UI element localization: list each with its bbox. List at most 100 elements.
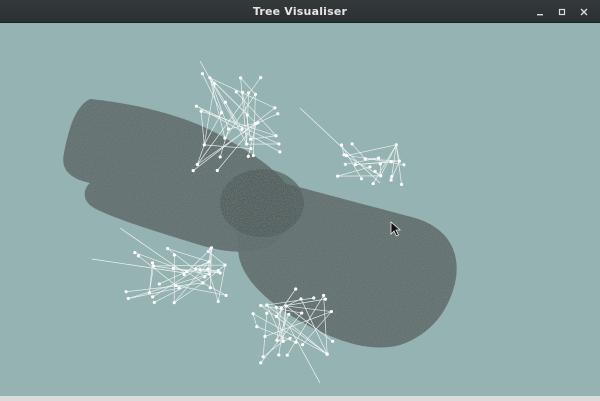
tree-node: [245, 113, 249, 117]
tree-node: [177, 286, 181, 290]
tree-node: [278, 150, 282, 154]
tree-node: [201, 281, 205, 285]
tree-node: [256, 121, 260, 125]
tree-node: [240, 127, 244, 131]
tree-node: [194, 267, 198, 271]
tree-edge: [337, 166, 371, 177]
tree-node: [265, 311, 269, 315]
tree-node: [259, 75, 263, 80]
tree-edge: [202, 264, 226, 284]
tree-node: [359, 177, 364, 181]
tree-node: [206, 267, 210, 271]
tree-edge: [175, 285, 227, 296]
tree-node: [255, 325, 259, 329]
tree-node: [174, 283, 178, 288]
minimize-button[interactable]: [532, 4, 548, 20]
tree-node: [274, 305, 278, 309]
tree-node: [191, 168, 195, 173]
tree-node: [166, 246, 170, 251]
tree-node: [287, 312, 291, 316]
tree-node: [223, 263, 227, 267]
tree-node: [172, 301, 176, 305]
tree-node: [208, 286, 212, 290]
tree-node: [281, 339, 285, 343]
tree-node: [251, 312, 255, 316]
tree-node: [274, 314, 279, 318]
tree-node: [371, 181, 375, 186]
maximize-icon: [558, 8, 566, 15]
tree-node: [325, 352, 329, 356]
tree-node: [279, 306, 283, 310]
tree-node: [249, 147, 253, 151]
tree-node: [331, 339, 335, 343]
tree-node: [194, 104, 198, 108]
tree-node: [312, 296, 316, 300]
tree-node: [219, 111, 224, 115]
tree-visualisation[interactable]: [0, 23, 600, 401]
tree-node: [136, 254, 141, 258]
tree-node: [207, 260, 211, 264]
tree-node: [389, 178, 393, 182]
tree-node: [284, 304, 288, 308]
close-button[interactable]: [576, 4, 592, 20]
tree-node: [343, 162, 347, 166]
tree-node: [323, 297, 328, 301]
tree-edge: [199, 60, 236, 124]
tree-node: [363, 157, 367, 161]
tree-node: [216, 299, 220, 304]
tree-node: [249, 137, 253, 141]
maximize-button[interactable]: [554, 4, 570, 20]
app-window: Tree Visualiser: [0, 0, 600, 401]
tree-node: [368, 165, 372, 169]
tree-node: [344, 154, 348, 158]
tree-edge: [209, 77, 226, 139]
close-icon: [580, 8, 588, 15]
tree-node: [147, 291, 151, 295]
tree-node: [150, 261, 155, 265]
tree-node: [402, 163, 406, 167]
window-controls: [532, 0, 592, 23]
tree-node: [329, 309, 333, 314]
tree-node: [157, 282, 161, 286]
tree-node: [251, 153, 255, 158]
tree-node: [172, 253, 176, 257]
tree-node: [223, 100, 228, 104]
tree-edge: [395, 144, 402, 185]
visualisation-canvas[interactable]: [0, 23, 600, 401]
tree-node: [299, 297, 303, 301]
tree-node: [339, 143, 344, 147]
tree-edge: [250, 135, 277, 140]
tree-node: [376, 156, 381, 160]
tree-node: [300, 343, 305, 347]
tree-edge: [202, 282, 227, 296]
tree-node: [294, 340, 298, 344]
tree-edge: [256, 113, 278, 124]
tree-edge: [126, 282, 203, 293]
window-title: Tree Visualiser: [252, 4, 348, 18]
tree-node: [224, 293, 228, 297]
tree-node: [350, 142, 354, 146]
tree-node: [240, 90, 245, 94]
tree-edge: [355, 161, 392, 166]
tree-node: [263, 334, 267, 339]
tree-node: [394, 143, 398, 147]
tree-node: [234, 90, 238, 94]
tree-node: [195, 162, 199, 167]
tree-node: [285, 353, 289, 357]
tree-node: [218, 155, 222, 159]
tree-node: [208, 76, 212, 80]
tree-node: [397, 159, 401, 163]
tree-node: [274, 134, 278, 138]
tree-node: [300, 311, 304, 315]
tree-node: [215, 168, 219, 173]
tree-node: [399, 182, 404, 187]
tree-node: [275, 338, 279, 342]
tree-node: [185, 269, 189, 274]
tree-node: [353, 163, 358, 167]
tree-node: [239, 76, 243, 80]
tree-node: [277, 353, 281, 357]
title-bar[interactable]: Tree Visualiser: [0, 0, 600, 23]
tree-node: [373, 169, 377, 174]
tree-node: [389, 160, 393, 164]
tree-node: [151, 264, 156, 268]
